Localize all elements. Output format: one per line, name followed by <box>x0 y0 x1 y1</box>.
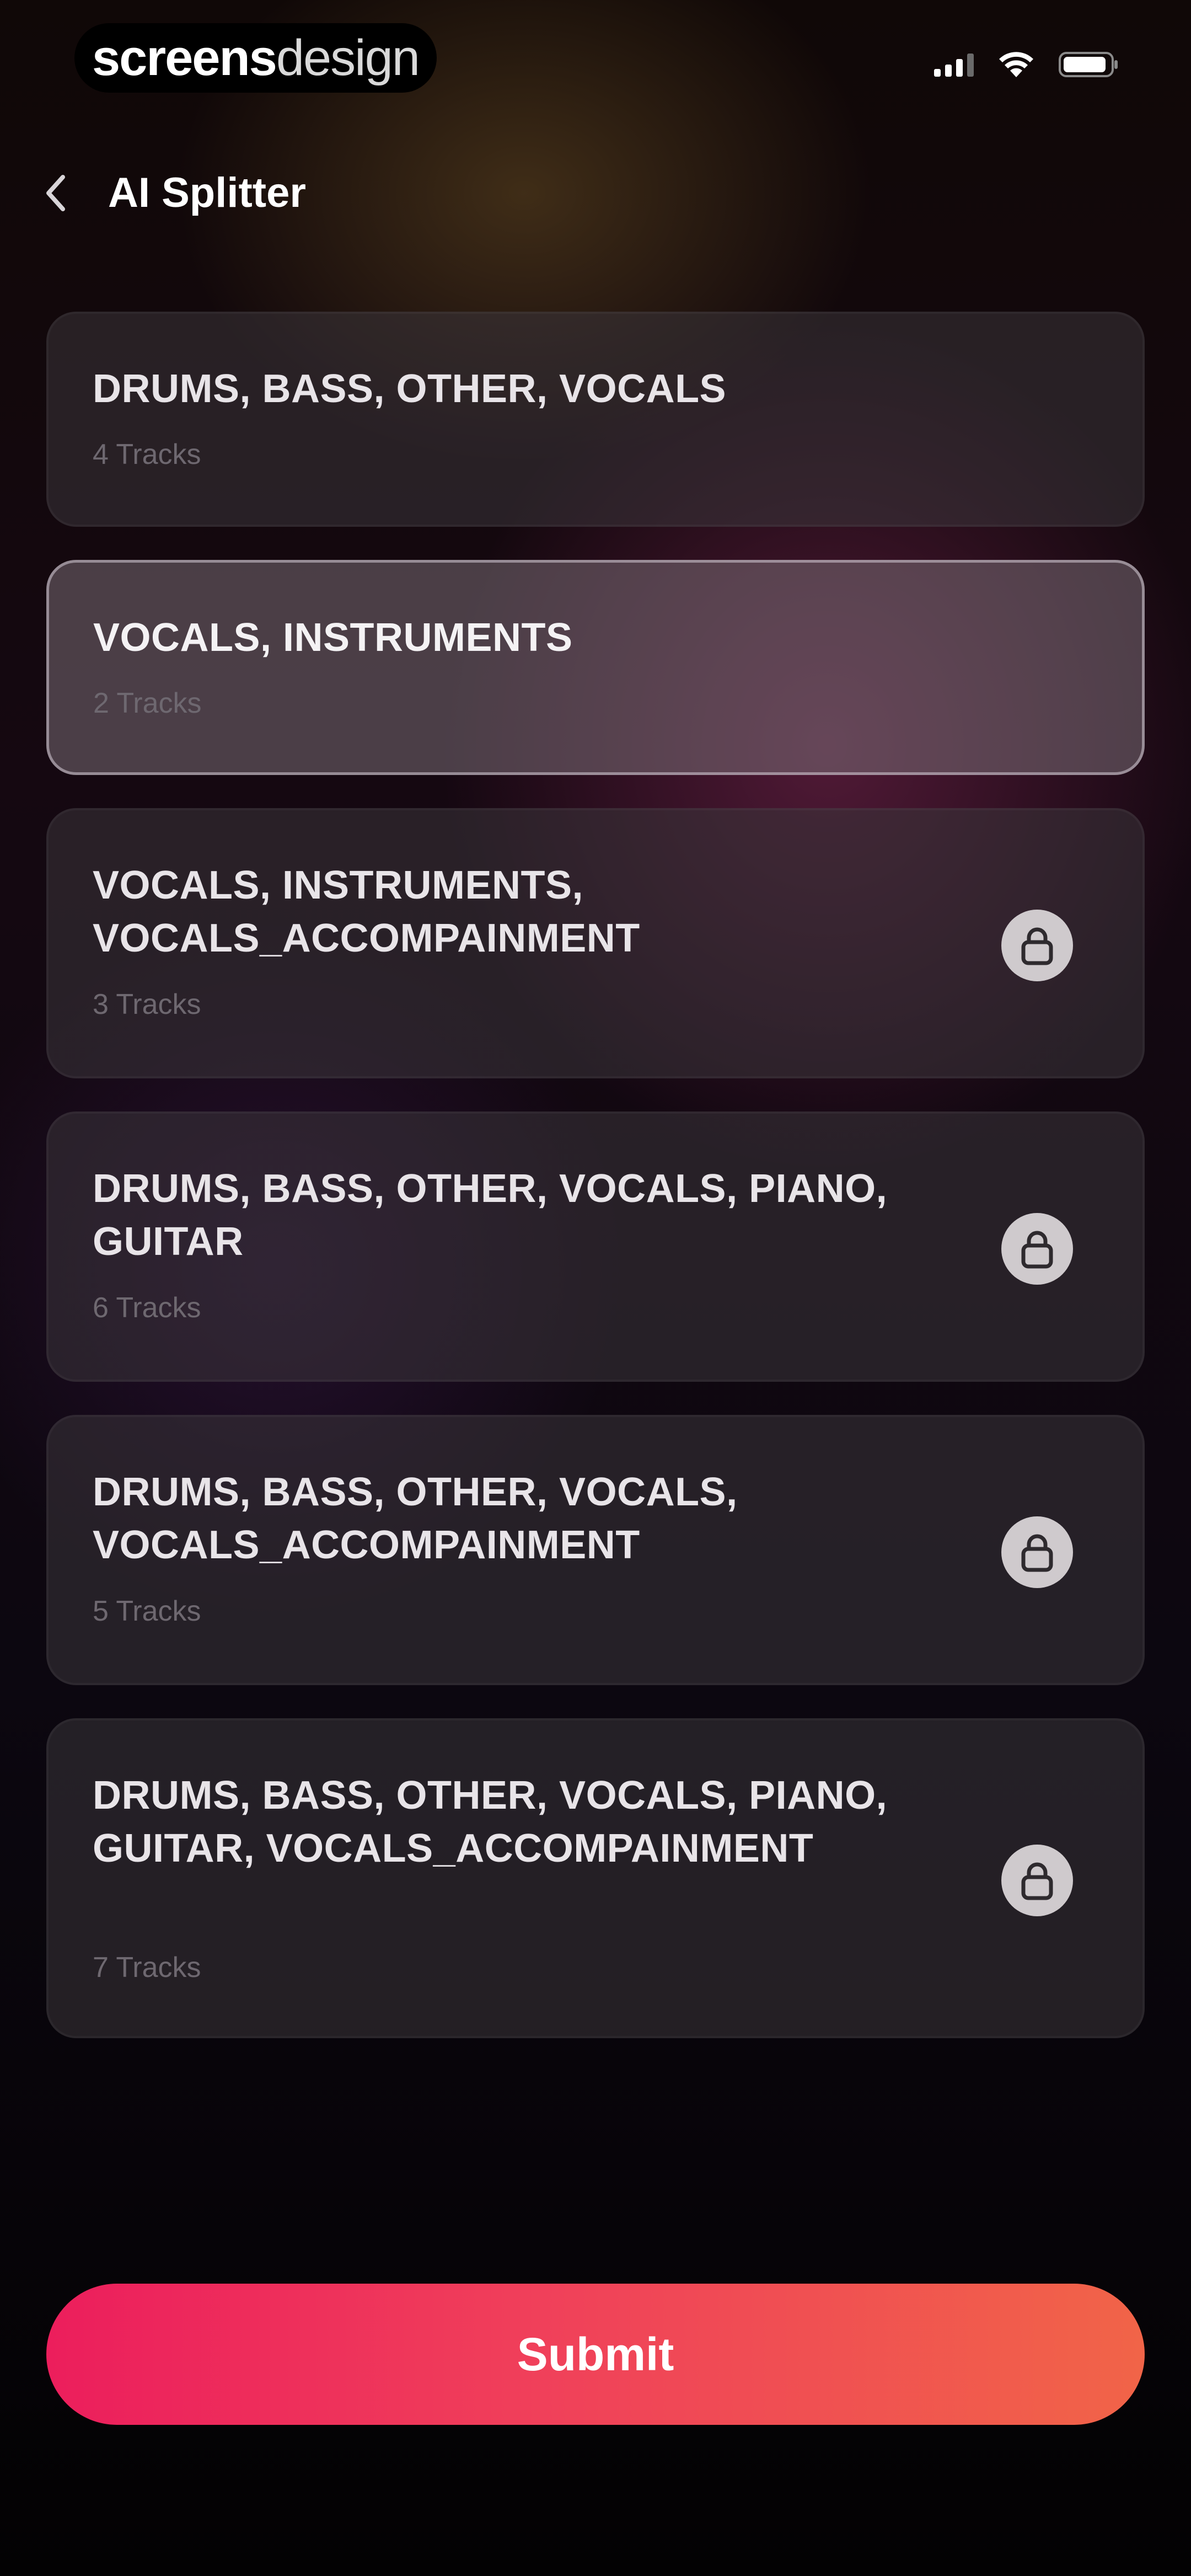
option-item[interactable]: DRUMS, BASS, OTHER, VOCALS, PIANO, GUITA… <box>46 1111 1145 1382</box>
option-title: VOCALS, INSTRUMENTS, VOCALS_ACCOMPAINMEN… <box>93 863 640 960</box>
option-item[interactable]: DRUMS, BASS, OTHER, VOCALS, VOCALS_ACCOM… <box>46 1415 1145 1685</box>
option-item[interactable]: DRUMS, BASS, OTHER, VOCALS 4 Tracks <box>46 312 1145 527</box>
page-title: AI Splitter <box>108 169 306 216</box>
lock-badge <box>1001 910 1073 981</box>
status-bar: screens design <box>0 0 1191 110</box>
lock-icon <box>1021 1862 1053 1900</box>
option-title: DRUMS, BASS, OTHER, VOCALS, PIANO, GUITA… <box>93 1167 888 1264</box>
option-subtitle: 2 Tracks <box>93 687 202 719</box>
option-title: VOCALS, INSTRUMENTS <box>93 616 573 660</box>
wifi-icon <box>998 51 1034 81</box>
battery-icon <box>1059 51 1119 81</box>
chevron-left-icon <box>46 175 65 211</box>
nav-header: AI Splitter <box>0 160 1191 226</box>
option-subtitle: 5 Tracks <box>93 1595 201 1627</box>
status-icons <box>934 51 1119 81</box>
back-button[interactable] <box>33 171 77 215</box>
option-subtitle: 6 Tracks <box>93 1292 201 1324</box>
lock-badge <box>1001 1213 1073 1285</box>
option-title: DRUMS, BASS, OTHER, VOCALS, VOCALS_ACCOM… <box>93 1470 738 1567</box>
option-item-selected[interactable]: VOCALS, INSTRUMENTS 2 Tracks <box>46 560 1145 775</box>
brand-watermark: screens design <box>74 23 437 93</box>
option-subtitle: 7 Tracks <box>93 1952 201 1984</box>
lock-icon <box>1021 1231 1053 1269</box>
option-subtitle: 4 Tracks <box>93 439 201 471</box>
lock-icon <box>1021 927 1053 965</box>
brand-part-2: design <box>276 29 420 86</box>
option-item[interactable]: DRUMS, BASS, OTHER, VOCALS, PIANO, GUITA… <box>46 1718 1145 2038</box>
brand-part-1: screens <box>92 29 277 86</box>
lock-badge <box>1001 1845 1073 1916</box>
option-subtitle: 3 Tracks <box>93 988 201 1020</box>
option-title: DRUMS, BASS, OTHER, VOCALS, PIANO, GUITA… <box>93 1773 888 1870</box>
lock-badge <box>1001 1516 1073 1588</box>
lock-icon <box>1021 1534 1053 1572</box>
option-item[interactable]: VOCALS, INSTRUMENTS, VOCALS_ACCOMPAINMEN… <box>46 808 1145 1078</box>
option-title: DRUMS, BASS, OTHER, VOCALS <box>93 367 727 411</box>
submit-button[interactable]: Submit <box>46 2284 1145 2425</box>
signal-icon <box>934 52 974 79</box>
screen: screens design AI Splitter DRUMS, BASS, … <box>0 0 1191 2576</box>
